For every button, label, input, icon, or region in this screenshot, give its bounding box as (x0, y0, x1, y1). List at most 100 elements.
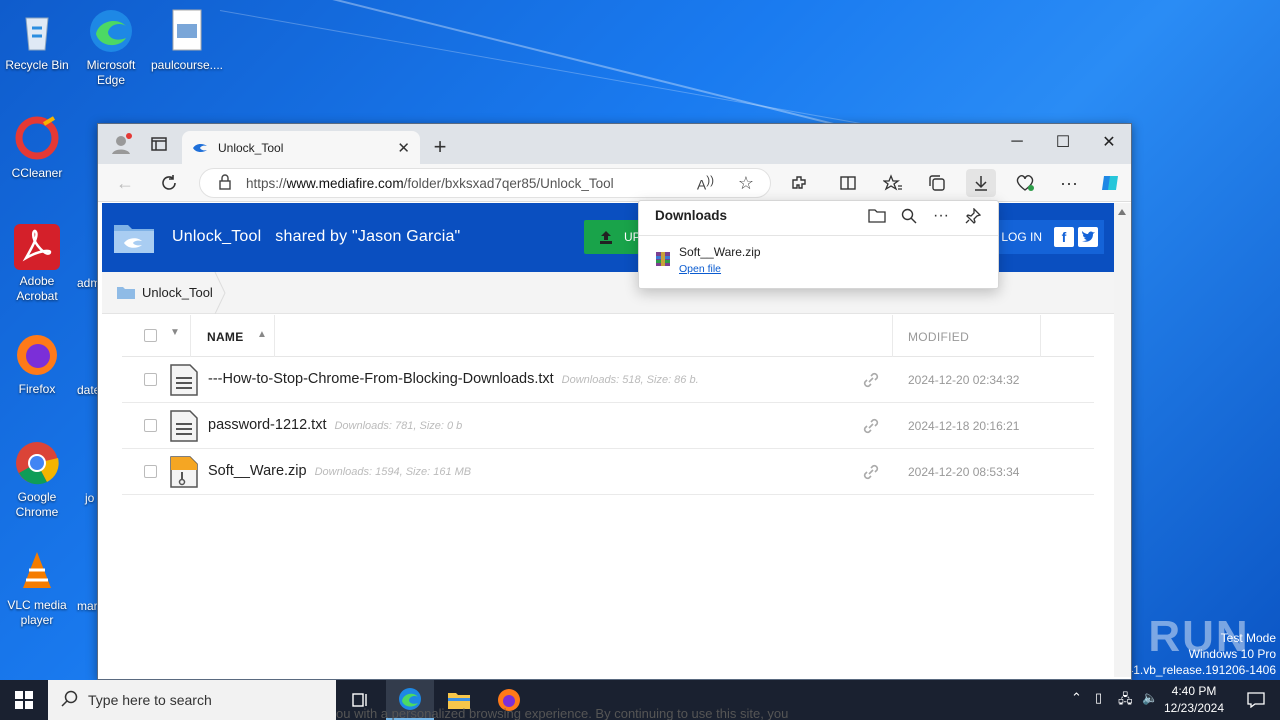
split-screen-icon (840, 176, 856, 190)
device-icon[interactable]: ▯ (1095, 690, 1102, 706)
file-name-text: password-1212.txt (208, 417, 327, 433)
copilot-button[interactable] (1096, 169, 1126, 197)
file-modified-date: 2024-12-20 02:34:32 (908, 373, 1020, 387)
page-scrollbar[interactable] (1114, 203, 1131, 677)
read-aloud-icon[interactable]: A)) (697, 174, 714, 193)
file-meta: Downloads: 518, Size: 86 b. (561, 374, 699, 386)
chevron-up-icon[interactable]: ⌃ (1071, 690, 1082, 706)
file-row[interactable]: ---How-to-Stop-Chrome-From-Blocking-Down… (122, 357, 1094, 403)
refresh-icon (162, 175, 176, 190)
file-meta: Downloads: 781, Size: 0 b (334, 420, 463, 432)
minimize-button[interactable]: ─ (994, 128, 1040, 156)
row-checkbox[interactable] (144, 419, 157, 432)
extensions-button[interactable] (784, 169, 814, 197)
scroll-up-arrow[interactable] (1118, 209, 1126, 215)
back-button[interactable]: ← (110, 169, 140, 197)
tab-actions-button[interactable] (144, 130, 174, 158)
column-divider (190, 315, 191, 357)
column-divider (274, 315, 275, 357)
desktop-icon-label: CCleaner (11, 166, 63, 180)
column-modified-header[interactable]: MODIFIED (908, 330, 969, 344)
twitter-icon[interactable] (1078, 227, 1098, 247)
favorites-button[interactable] (878, 169, 908, 197)
breadcrumb-item[interactable]: Unlock_Tool (116, 284, 213, 300)
close-window-button[interactable]: ✕ (1086, 128, 1132, 156)
taskbar-search-box[interactable]: Type here to search (48, 680, 336, 720)
column-name-header[interactable]: NAME (207, 330, 244, 344)
file-modified-date: 2024-12-18 20:16:21 (908, 419, 1020, 433)
split-screen-button[interactable] (833, 169, 863, 197)
download-file-name[interactable]: Soft__Ware.zip (679, 245, 761, 259)
clock[interactable]: 4:40 PM 12/23/2024 (1158, 683, 1230, 717)
desktop-icon-chrome[interactable]: Google Chrome (0, 440, 74, 520)
downloads-button[interactable] (966, 169, 996, 197)
url-text: https://www.mediafire.com/folder/bxksxad… (246, 176, 614, 191)
desktop-icon-label: Adobe Acrobat (16, 274, 58, 303)
folder-icon (117, 287, 135, 299)
row-checkbox[interactable] (144, 465, 157, 478)
file-row[interactable]: password-1212.txt Downloads: 781, Size: 0… (122, 403, 1094, 449)
desktop-icon-vlc[interactable]: VLC media player (0, 548, 74, 628)
desktop-icon-acrobat[interactable]: Adobe Acrobat (0, 224, 74, 304)
desktop-icon-firefox[interactable]: Firefox (0, 332, 74, 397)
open-folder-button[interactable] (865, 205, 889, 227)
edge-icon (88, 8, 134, 54)
zip-file-icon (170, 456, 198, 488)
open-file-link[interactable]: Open file (679, 263, 721, 275)
pin-button[interactable] (961, 205, 985, 227)
link-icon[interactable] (862, 463, 880, 481)
profile-button[interactable] (106, 130, 136, 158)
upload-icon (600, 231, 612, 244)
desktop-icon-recycle-bin[interactable]: Recycle Bin (0, 8, 74, 73)
folder-title: Unlock_Tool shared by "Jason Garcia" (172, 228, 461, 245)
close-tab-icon[interactable]: ✕ (397, 139, 410, 157)
tab-bar: Unlock_Tool ✕ + ─ ☐ ✕ (98, 124, 1131, 164)
desktop-icon-paulcourse[interactable]: paulcourse.... (150, 8, 224, 73)
vlc-icon (14, 548, 60, 594)
copilot-icon (1102, 176, 1118, 190)
settings-more-button[interactable]: ··· (1054, 169, 1084, 197)
file-modified-date: 2024-12-20 08:53:34 (908, 465, 1020, 479)
file-row[interactable]: Soft__Ware.zip Downloads: 1594, Size: 161… (122, 449, 1094, 495)
file-name[interactable]: Soft__Ware.zip Downloads: 1594, Size: 161… (208, 463, 471, 479)
facebook-icon[interactable]: f (1054, 227, 1074, 247)
volume-icon[interactable]: 🔈 (1142, 690, 1158, 706)
more-options-button[interactable]: ··· (929, 205, 953, 227)
desktop-icon-label: Firefox (18, 382, 56, 396)
clock-date: 12/23/2024 (1163, 701, 1225, 715)
breadcrumb-separator (214, 272, 226, 314)
url-path: /folder/bxksxad7qer85/Unlock_Tool (403, 175, 614, 191)
network-icon[interactable]: 🖧 (1118, 690, 1133, 712)
browser-essentials-button[interactable] (1010, 169, 1040, 197)
link-icon[interactable] (862, 371, 880, 389)
winrar-archive-icon (656, 252, 670, 266)
notifications-button[interactable] (1232, 680, 1280, 720)
text-file-icon (170, 364, 198, 396)
favorite-star-icon[interactable]: ☆ (738, 173, 754, 194)
start-button[interactable] (0, 680, 48, 720)
row-checkbox[interactable] (144, 373, 157, 386)
collections-button[interactable] (922, 169, 952, 197)
new-tab-button[interactable]: + (428, 134, 452, 160)
file-name[interactable]: ---How-to-Stop-Chrome-From-Blocking-Down… (208, 371, 699, 387)
pin-icon (965, 208, 981, 224)
login-link[interactable]: LOG IN (1001, 230, 1042, 244)
maximize-button[interactable]: ☐ (1040, 128, 1086, 156)
sort-up-icon[interactable]: ▲ (257, 329, 267, 340)
file-name[interactable]: password-1212.txt Downloads: 781, Size: 0… (208, 417, 462, 433)
desktop-icon-edge[interactable]: Microsoft Edge (74, 8, 148, 88)
desktop-icon-label: Recycle Bin (5, 58, 69, 72)
recycle-bin-icon (14, 8, 60, 54)
document-icon (164, 8, 210, 54)
tab-unlock-tool[interactable]: Unlock_Tool ✕ (182, 131, 420, 164)
search-downloads-button[interactable] (897, 205, 921, 227)
select-all-checkbox[interactable] (144, 329, 157, 342)
refresh-button[interactable] (154, 169, 184, 197)
folder-icon (868, 209, 886, 223)
breadcrumb-label: Unlock_Tool (142, 284, 213, 300)
ccleaner-icon (14, 116, 60, 162)
chevron-down-icon[interactable]: ▼ (170, 327, 180, 338)
address-bar[interactable]: https://www.mediafire.com/folder/bxksxad… (199, 168, 771, 198)
desktop-icon-ccleaner[interactable]: CCleaner (0, 116, 74, 181)
link-icon[interactable] (862, 417, 880, 435)
